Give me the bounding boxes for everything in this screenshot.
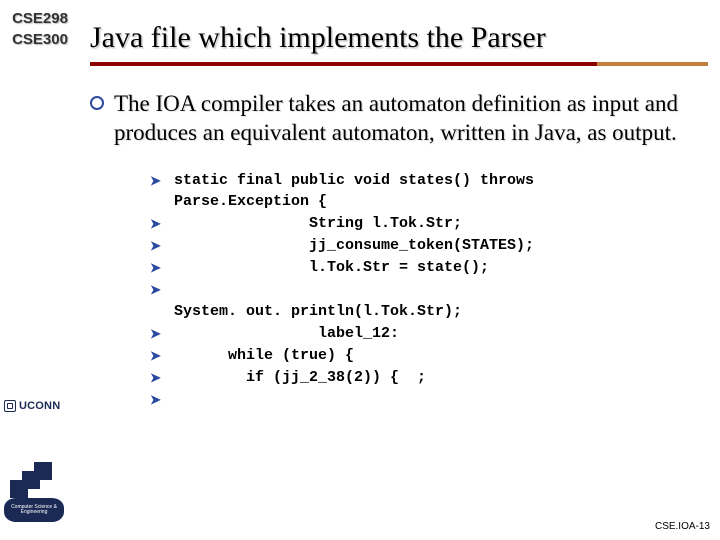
code-block: ➤ static final public void states() throw… [150, 170, 700, 412]
uconn-label: UCONN [19, 400, 60, 412]
bullet-icon [90, 96, 104, 110]
cse-ribbon-icon: Computer Science & Engineering [4, 498, 64, 522]
arrow-icon: ➤ [150, 389, 164, 411]
code-text: label_12: [174, 323, 399, 345]
code-text: if (jj_2_38(2)) { ; [174, 367, 426, 389]
code-line: ➤ String l.Tok.Str; [150, 213, 700, 235]
course-code-1: CSE298 [0, 8, 80, 29]
code-line: ➤ while (true) { [150, 345, 700, 367]
arrow-icon: ➤ [150, 367, 164, 389]
arrow-icon: ➤ [150, 323, 164, 345]
bullet-item: The IOA compiler takes an automaton defi… [90, 90, 700, 148]
code-text: l.Tok.Str = state(); [174, 257, 489, 279]
arrow-icon: ➤ [150, 170, 164, 192]
slide-title: Java file which implements the Parser [90, 20, 708, 56]
sidebar: CSE298 CSE300 UCONN Computer Science & E… [0, 0, 80, 540]
code-text: while (true) { [174, 345, 354, 367]
code-text: String l.Tok.Str; [174, 213, 462, 235]
course-code-2: CSE300 [0, 29, 80, 50]
uconn-logo: UCONN [4, 400, 60, 412]
arrow-icon: ➤ [150, 235, 164, 257]
bullet-text: The IOA compiler takes an automaton defi… [114, 90, 700, 148]
arrow-icon: ➤ [150, 213, 164, 235]
slide-header: Java file which implements the Parser [90, 20, 708, 66]
code-line: ➤ System. out. println(l.Tok.Str); [150, 279, 700, 323]
slide-footer: CSE.IOA-13 [655, 521, 710, 532]
code-line: ➤ [150, 389, 700, 411]
code-line: ➤ l.Tok.Str = state(); [150, 257, 700, 279]
code-line: ➤ static final public void states() throw… [150, 170, 700, 214]
code-line: ➤ if (jj_2_38(2)) { ; [150, 367, 700, 389]
stacked-squares-icon [10, 462, 60, 502]
arrow-icon: ➤ [150, 257, 164, 279]
arrow-icon: ➤ [150, 345, 164, 367]
code-line: ➤ label_12: [150, 323, 700, 345]
uconn-icon [4, 400, 16, 412]
title-underline [90, 62, 708, 66]
slide-content: The IOA compiler takes an automaton defi… [90, 90, 700, 411]
code-text: static final public void states() throws… [174, 170, 534, 214]
code-text: System. out. println(l.Tok.Str); [174, 279, 462, 323]
code-line: ➤ jj_consume_token(STATES); [150, 235, 700, 257]
code-text: jj_consume_token(STATES); [174, 235, 534, 257]
cse-logo: Computer Science & Engineering [4, 462, 72, 532]
slide: CSE298 CSE300 UCONN Computer Science & E… [0, 0, 720, 540]
arrow-icon: ➤ [150, 279, 164, 301]
